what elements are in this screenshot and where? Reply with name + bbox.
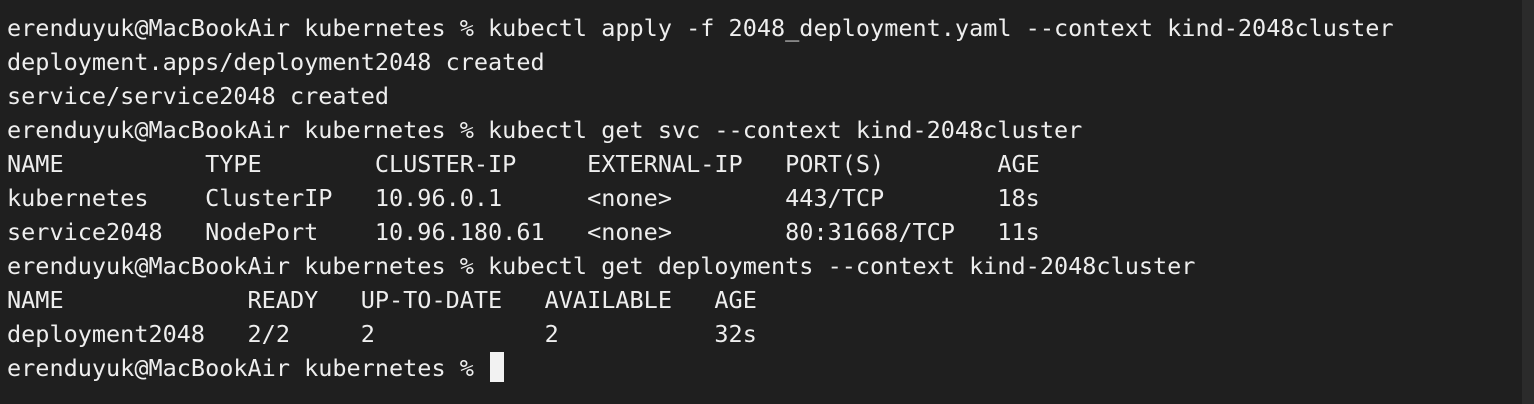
terminal-line-get-deployments-command: erenduyuk@MacBookAir kubernetes % kubect… [7, 252, 1196, 280]
terminal-line-deployment-created: deployment.apps/deployment2048 created [7, 48, 545, 76]
terminal-prompt: erenduyuk@MacBookAir kubernetes % [7, 354, 489, 382]
terminal-line-apply-command: erenduyuk@MacBookAir kubernetes % kubect… [7, 14, 1394, 42]
deployments-table-header: NAME READY UP-TO-DATE AVAILABLE AGE [7, 286, 757, 314]
terminal-scrollbar[interactable] [1522, 0, 1534, 404]
terminal-line-service-created: service/service2048 created [7, 82, 390, 110]
terminal-prompt-line[interactable]: erenduyuk@MacBookAir kubernetes % [7, 351, 1522, 385]
terminal-line-get-svc-command: erenduyuk@MacBookAir kubernetes % kubect… [7, 116, 1083, 144]
svc-table-header: NAME TYPE CLUSTER-IP EXTERNAL-IP PORT(S)… [7, 150, 1040, 178]
deployments-table-row: deployment2048 2/2 2 2 32s [7, 320, 757, 348]
svc-table-row: service2048 NodePort 10.96.180.61 <none>… [7, 218, 1040, 246]
svc-table-row: kubernetes ClusterIP 10.96.0.1 <none> 44… [7, 184, 1040, 212]
text-cursor [490, 352, 505, 382]
terminal-output[interactable]: erenduyuk@MacBookAir kubernetes % kubect… [0, 0, 1522, 404]
